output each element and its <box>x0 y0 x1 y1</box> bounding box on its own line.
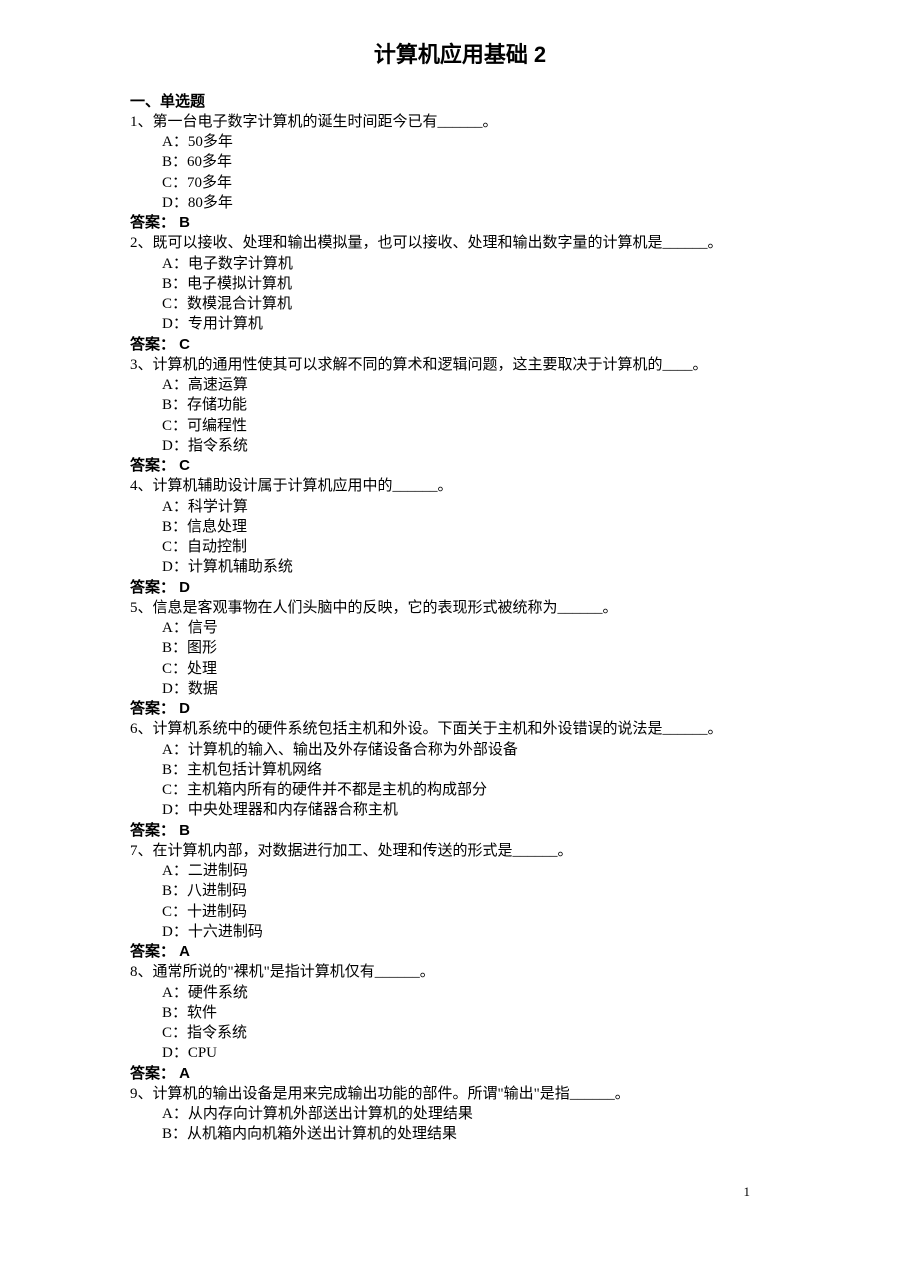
option-d: D：80多年 <box>162 193 860 213</box>
option-c: C：自动控制 <box>162 537 860 557</box>
answer-label: 答案： <box>130 822 175 839</box>
question-stem: 既可以接收、处理和输出模拟量，也可以接收、处理和输出数字量的计算机是______… <box>153 235 723 251</box>
section-heading: 一、单选题 <box>130 92 860 112</box>
option-a: A：从内存向计算机外部送出计算机的处理结果 <box>162 1104 860 1124</box>
option-d: D：计算机辅助系统 <box>162 557 860 577</box>
page-number: 1 <box>744 1183 751 1201</box>
answer-line: 答案： B <box>130 213 860 233</box>
answer-value: C <box>175 457 190 474</box>
question-number: 7、 <box>130 843 153 859</box>
question-number: 4、 <box>130 478 153 494</box>
question-block: 1、第一台电子数字计算机的诞生时间距今已有______。 A：50多年 B：60… <box>130 112 860 213</box>
option-c: C：十进制码 <box>162 902 860 922</box>
answer-label: 答案： <box>130 214 175 231</box>
answer-line: 答案： D <box>130 578 860 598</box>
option-b: B：软件 <box>162 1003 860 1023</box>
answer-line: 答案： D <box>130 699 860 719</box>
option-a: A：高速运算 <box>162 375 860 395</box>
option-c: C：主机箱内所有的硬件并不都是主机的构成部分 <box>162 780 860 800</box>
option-a: A：计算机的输入、输出及外存储设备合称为外部设备 <box>162 740 860 760</box>
question-block: 5、信息是客观事物在人们头脑中的反映，它的表现形式被统称为______。 A：信… <box>130 598 860 699</box>
answer-label: 答案： <box>130 579 175 596</box>
answer-value: D <box>175 579 190 596</box>
option-b: B：信息处理 <box>162 517 860 537</box>
answer-value: B <box>175 214 190 231</box>
option-d: D：指令系统 <box>162 436 860 456</box>
answer-label: 答案： <box>130 457 175 474</box>
answer-value: D <box>175 700 190 717</box>
question-stem: 计算机辅助设计属于计算机应用中的______。 <box>153 478 453 494</box>
answer-line: 答案： B <box>130 821 860 841</box>
option-a: A：信号 <box>162 618 860 638</box>
question-block: 8、通常所说的"裸机"是指计算机仅有______。 A：硬件系统 B：软件 C：… <box>130 962 860 1063</box>
option-c: C：指令系统 <box>162 1023 860 1043</box>
question-stem: 第一台电子数字计算机的诞生时间距今已有______。 <box>153 114 498 130</box>
option-c: C：70多年 <box>162 173 860 193</box>
question-number: 3、 <box>130 357 153 373</box>
option-c: C：可编程性 <box>162 416 860 436</box>
question-block: 7、在计算机内部，对数据进行加工、处理和传送的形式是______。 A：二进制码… <box>130 841 860 942</box>
question-block: 2、既可以接收、处理和输出模拟量，也可以接收、处理和输出数字量的计算机是____… <box>130 233 860 334</box>
option-b: B：存储功能 <box>162 395 860 415</box>
question-number: 1、 <box>130 114 153 130</box>
question-number: 8、 <box>130 964 153 980</box>
option-d: D：专用计算机 <box>162 314 860 334</box>
question-block: 9、计算机的输出设备是用来完成输出功能的部件。所谓"输出"是指______。 A… <box>130 1084 860 1145</box>
answer-label: 答案： <box>130 1065 175 1082</box>
answer-label: 答案： <box>130 336 175 353</box>
option-b: B：图形 <box>162 638 860 658</box>
question-number: 6、 <box>130 721 153 737</box>
option-d: D：CPU <box>162 1043 860 1063</box>
option-d: D：中央处理器和内存储器合称主机 <box>162 800 860 820</box>
question-number: 9、 <box>130 1086 153 1102</box>
question-block: 3、计算机的通用性使其可以求解不同的算术和逻辑问题，这主要取决于计算机的____… <box>130 355 860 456</box>
option-b: B：从机箱内向机箱外送出计算机的处理结果 <box>162 1124 860 1144</box>
question-stem: 通常所说的"裸机"是指计算机仅有______。 <box>153 964 435 980</box>
option-d: D：十六进制码 <box>162 922 860 942</box>
question-block: 4、计算机辅助设计属于计算机应用中的______。 A：科学计算 B：信息处理 … <box>130 476 860 577</box>
answer-value: A <box>175 943 190 960</box>
question-stem: 在计算机内部，对数据进行加工、处理和传送的形式是______。 <box>153 843 573 859</box>
page-title: 计算机应用基础 2 <box>60 40 860 70</box>
question-stem: 计算机的通用性使其可以求解不同的算术和逻辑问题，这主要取决于计算机的____。 <box>153 357 708 373</box>
option-c: C：数模混合计算机 <box>162 294 860 314</box>
answer-line: 答案： A <box>130 942 860 962</box>
question-stem: 计算机系统中的硬件系统包括主机和外设。下面关于主机和外设错误的说法是______… <box>153 721 723 737</box>
answer-line: 答案： A <box>130 1064 860 1084</box>
answer-line: 答案： C <box>130 335 860 355</box>
answer-line: 答案： C <box>130 456 860 476</box>
answer-value: A <box>175 1065 190 1082</box>
option-b: B：60多年 <box>162 152 860 172</box>
answer-label: 答案： <box>130 943 175 960</box>
option-a: A：二进制码 <box>162 861 860 881</box>
answer-value: B <box>175 822 190 839</box>
option-d: D：数据 <box>162 679 860 699</box>
answer-value: C <box>175 336 190 353</box>
option-b: B：八进制码 <box>162 881 860 901</box>
option-c: C：处理 <box>162 659 860 679</box>
option-b: B：电子模拟计算机 <box>162 274 860 294</box>
question-stem: 信息是客观事物在人们头脑中的反映，它的表现形式被统称为______。 <box>153 600 618 616</box>
option-a: A：50多年 <box>162 132 860 152</box>
question-number: 2、 <box>130 235 153 251</box>
answer-label: 答案： <box>130 700 175 717</box>
option-b: B：主机包括计算机网络 <box>162 760 860 780</box>
option-a: A：电子数字计算机 <box>162 254 860 274</box>
option-a: A：硬件系统 <box>162 983 860 1003</box>
question-number: 5、 <box>130 600 153 616</box>
question-block: 6、计算机系统中的硬件系统包括主机和外设。下面关于主机和外设错误的说法是____… <box>130 719 860 820</box>
question-stem: 计算机的输出设备是用来完成输出功能的部件。所谓"输出"是指______。 <box>153 1086 630 1102</box>
option-a: A：科学计算 <box>162 497 860 517</box>
